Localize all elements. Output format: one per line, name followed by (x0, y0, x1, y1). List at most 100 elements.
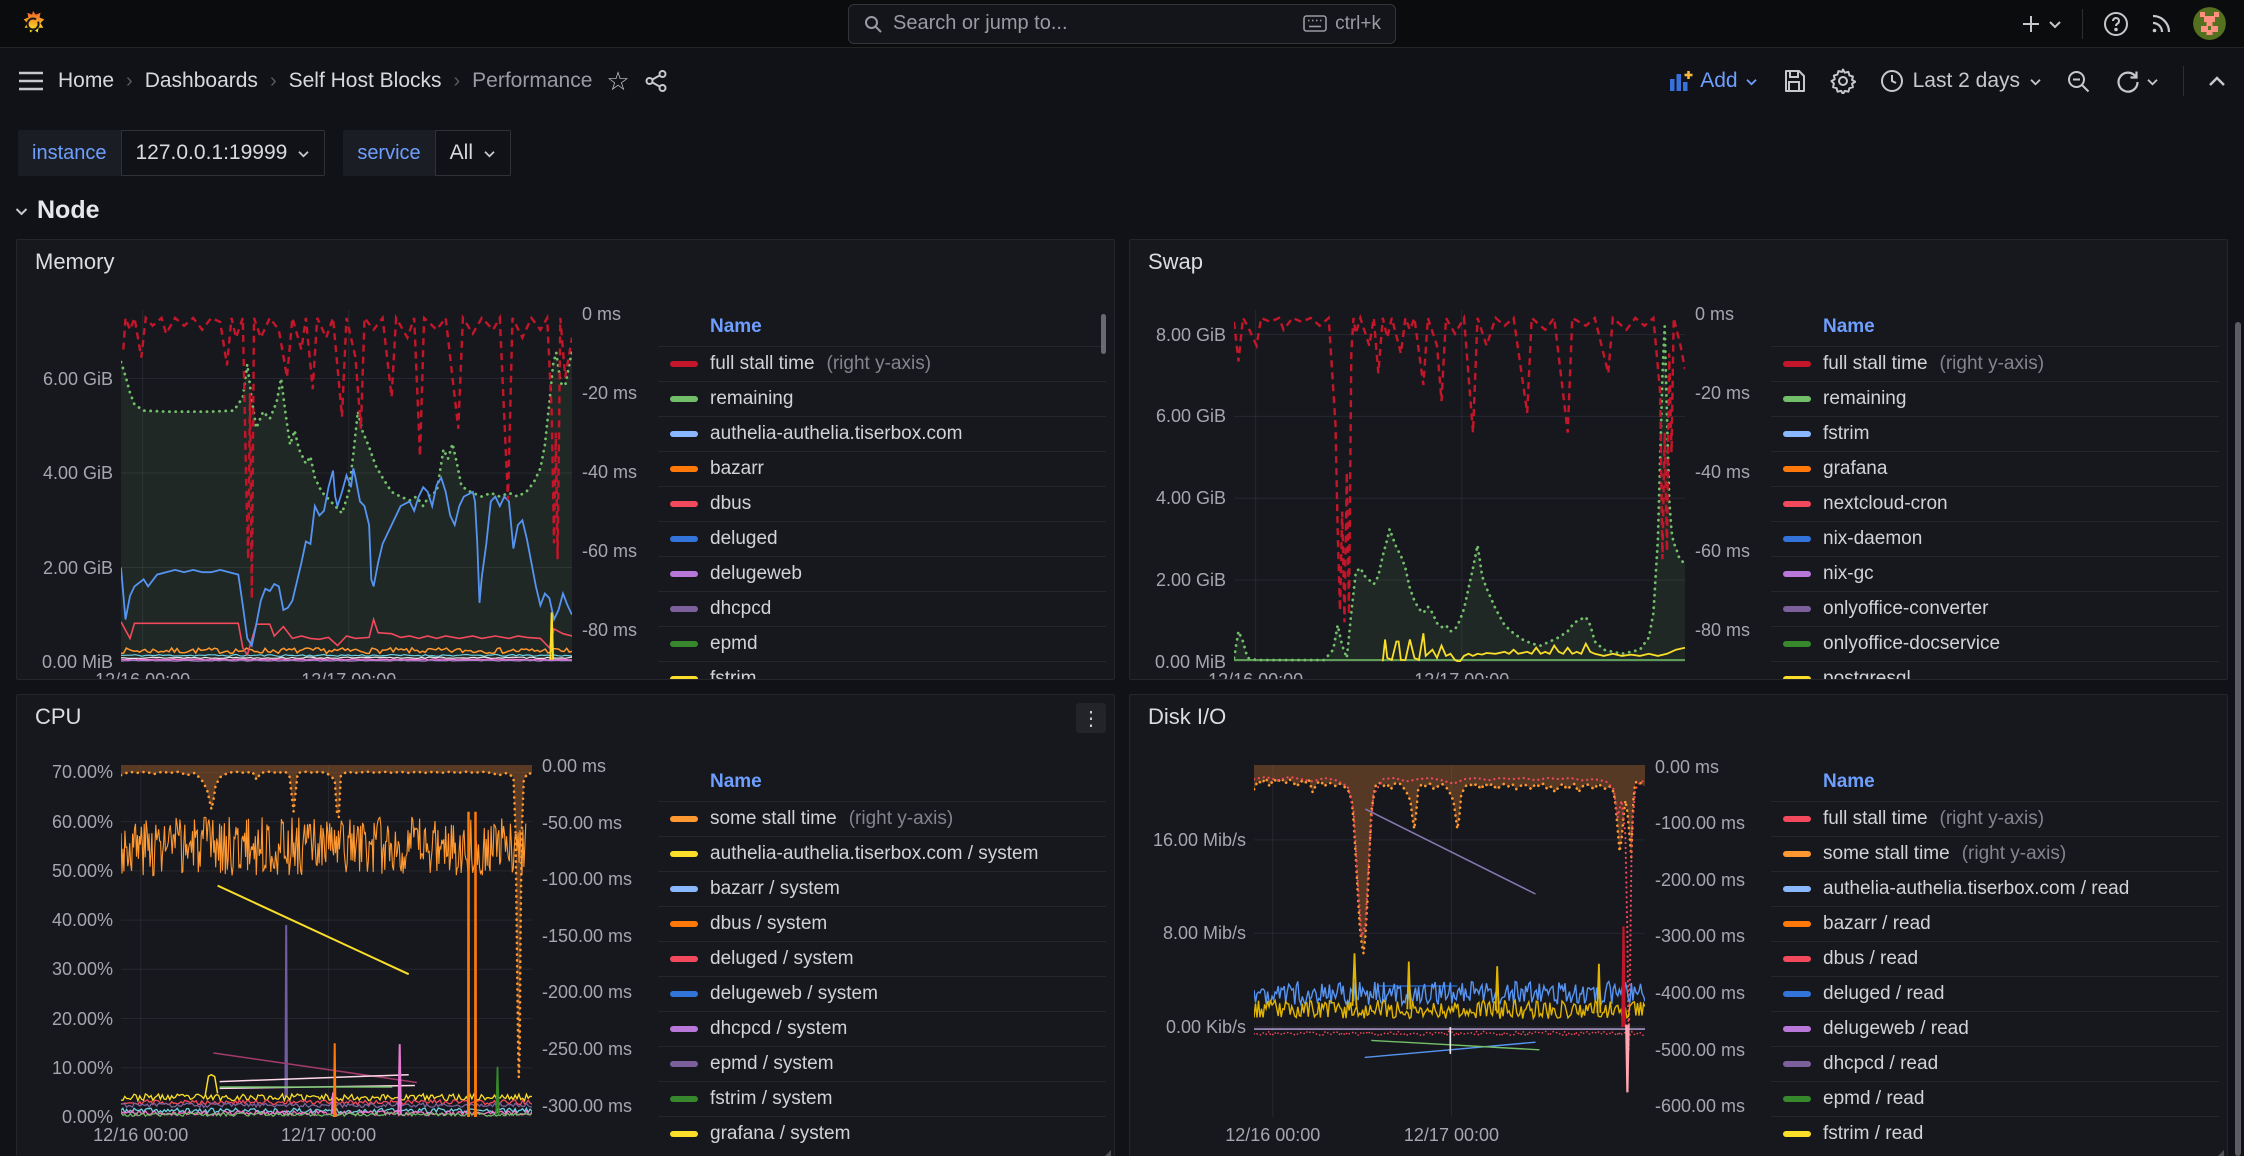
new-menu-button[interactable] (2020, 13, 2062, 35)
news-button[interactable] (2149, 12, 2173, 36)
legend-row[interactable]: fstrim (658, 661, 1106, 680)
breadcrumb-dashboards[interactable]: Dashboards (145, 69, 258, 93)
legend-row[interactable]: delugeweb / system (658, 976, 1106, 1011)
mega-menu-icon[interactable] (18, 70, 44, 92)
legend-row[interactable]: dhcpcd / system (658, 1011, 1106, 1046)
legend-row[interactable]: authelia-authelia.tiserbox.com (658, 416, 1106, 451)
legend-row[interactable]: deluged (658, 521, 1106, 556)
legend-row[interactable]: epmd (658, 626, 1106, 661)
legend-header-name[interactable]: Name (1771, 765, 2219, 801)
legend-series-color (670, 431, 698, 437)
variable-service-select[interactable]: All (435, 130, 511, 176)
legend-row[interactable]: nix-daemon (1771, 521, 2219, 556)
legend-row[interactable]: fstrim / system (658, 1081, 1106, 1116)
legend-row[interactable]: dhcpcd / read (1771, 1046, 2219, 1081)
legend-row[interactable]: onlyoffice-converter (1771, 591, 2219, 626)
legend-row[interactable]: some stall time (right y-axis) (658, 801, 1106, 836)
legend-row[interactable]: postgresql (1771, 661, 2219, 680)
legend-series-color (670, 1061, 698, 1067)
breadcrumb-folder[interactable]: Self Host Blocks (289, 69, 442, 93)
chevron-down-icon (297, 149, 310, 158)
legend-scrollbar[interactable] (1101, 314, 1106, 354)
time-range-picker[interactable]: Last 2 days (1880, 69, 2042, 93)
legend-row[interactable]: dbus (658, 486, 1106, 521)
legend-series-color (670, 851, 698, 857)
page-scrollbar[interactable] (2235, 322, 2241, 1156)
legend-row[interactable]: remaining (658, 381, 1106, 416)
chart-plot-area[interactable]: 12/16 00:0012/17 00:00 (121, 765, 532, 1145)
legend-row[interactable]: onlyoffice-docservice (1771, 626, 2219, 661)
legend-row[interactable]: dhcpcd (658, 591, 1106, 626)
breadcrumb-home[interactable]: Home (58, 69, 114, 93)
legend-row[interactable]: grafana / system (658, 1116, 1106, 1145)
legend-series-color (1783, 501, 1811, 507)
legend-row[interactable]: full stall time (right y-axis) (1771, 801, 2219, 836)
panel-menu-kebab-icon[interactable]: ⋮ (1076, 703, 1106, 733)
chevron-down-icon (2029, 77, 2042, 86)
avatar[interactable] (2193, 7, 2226, 40)
collapse-toolbar-icon[interactable] (2208, 75, 2226, 87)
legend-row[interactable]: full stall time (right y-axis) (658, 346, 1106, 381)
legend-series-color (670, 396, 698, 402)
save-icon[interactable] (1782, 69, 1806, 93)
legend-series-label: deluged (710, 528, 778, 550)
legend-row[interactable]: epmd / system (658, 1046, 1106, 1081)
legend-row[interactable]: dbus / read (1771, 941, 2219, 976)
panel-resize-handle[interactable] (2214, 1150, 2224, 1156)
legend-header-name[interactable]: Name (658, 310, 1106, 346)
variable-instance-select[interactable]: 127.0.0.1:19999 (121, 130, 326, 176)
legend-row[interactable]: some stall time (right y-axis) (1771, 836, 2219, 871)
panel-title[interactable]: CPU (35, 704, 81, 730)
panel-title[interactable]: Memory (35, 249, 114, 275)
chart-plot-area[interactable]: 12/16 00:0012/17 00:00 (121, 310, 572, 680)
legend-row[interactable]: delugeweb (658, 556, 1106, 591)
legend-row[interactable]: fstrim (1771, 416, 2219, 451)
legend-row[interactable]: authelia-authelia.tiserbox.com / system (658, 836, 1106, 871)
legend-row[interactable]: nix-gc (1771, 556, 2219, 591)
chart-plot-area[interactable]: 12/16 00:0012/17 00:00 (1254, 765, 1645, 1145)
legend-row[interactable]: epmd / read (1771, 1081, 2219, 1116)
share-icon[interactable] (644, 69, 668, 93)
legend-row[interactable]: full stall time (right y-axis) (1771, 346, 2219, 381)
chart-plot-area[interactable]: 12/16 00:0012/17 00:00 (1234, 310, 1685, 680)
legend-series-label: delugeweb (710, 563, 802, 585)
legend-row[interactable]: delugeweb / read (1771, 1011, 2219, 1046)
legend-row[interactable]: fstrim / read (1771, 1116, 2219, 1145)
section-title: Node (37, 196, 100, 225)
favorite-star-icon[interactable]: ☆ (606, 68, 629, 94)
grafana-logo-icon[interactable] (18, 9, 48, 39)
legend-series-label: delugeweb / read (1823, 1018, 1969, 1040)
y-axis-left: 0.00 Kib/s8.00 Mib/s16.00 Mib/s (1138, 765, 1254, 1145)
row-node-toggle[interactable]: Node (0, 176, 2244, 239)
x-axis-tick-label: 12/17 00:00 (1404, 1125, 1499, 1146)
legend-row[interactable]: grafana (1771, 451, 2219, 486)
panel-title[interactable]: Swap (1148, 249, 1203, 275)
legend-row[interactable]: deluged / system (658, 941, 1106, 976)
legend-series-color (1783, 396, 1811, 402)
y-axis-left: 0.00 MiB2.00 GiB4.00 GiB6.00 GiB (25, 310, 121, 680)
legend-row[interactable]: authelia-authelia.tiserbox.com / read (1771, 871, 2219, 906)
panel-title[interactable]: Disk I/O (1148, 704, 1226, 730)
legend-row[interactable]: nextcloud-cron (1771, 486, 2219, 521)
legend-row[interactable]: bazarr (658, 451, 1106, 486)
legend-series-label: full stall time (1823, 353, 1928, 375)
legend-header-name[interactable]: Name (1771, 310, 2219, 346)
legend-series-color (670, 991, 698, 997)
legend-row[interactable]: remaining (1771, 381, 2219, 416)
legend-row[interactable]: bazarr / read (1771, 906, 2219, 941)
add-panel-button[interactable]: Add (1669, 69, 1757, 93)
zoom-out-icon[interactable] (2066, 69, 2091, 94)
axis-tick-label: -80 ms (1695, 620, 1750, 641)
legend-row[interactable]: bazarr / system (658, 871, 1106, 906)
axis-tick-label: -60 ms (1695, 541, 1750, 562)
legend-row[interactable]: deluged / read (1771, 976, 2219, 1011)
panel-grid: Memory0.00 MiB2.00 GiB4.00 GiB6.00 GiB12… (16, 239, 2228, 1156)
settings-gear-icon[interactable] (1830, 68, 1856, 94)
legend-series-color (1783, 851, 1811, 857)
panel-resize-handle[interactable] (1101, 1150, 1111, 1156)
help-button[interactable] (2103, 11, 2129, 37)
legend-row[interactable]: dbus / system (658, 906, 1106, 941)
search-input[interactable]: Search or jump to... ctrl+k (848, 4, 1396, 44)
refresh-button[interactable] (2115, 69, 2159, 94)
legend-header-name[interactable]: Name (658, 765, 1106, 801)
